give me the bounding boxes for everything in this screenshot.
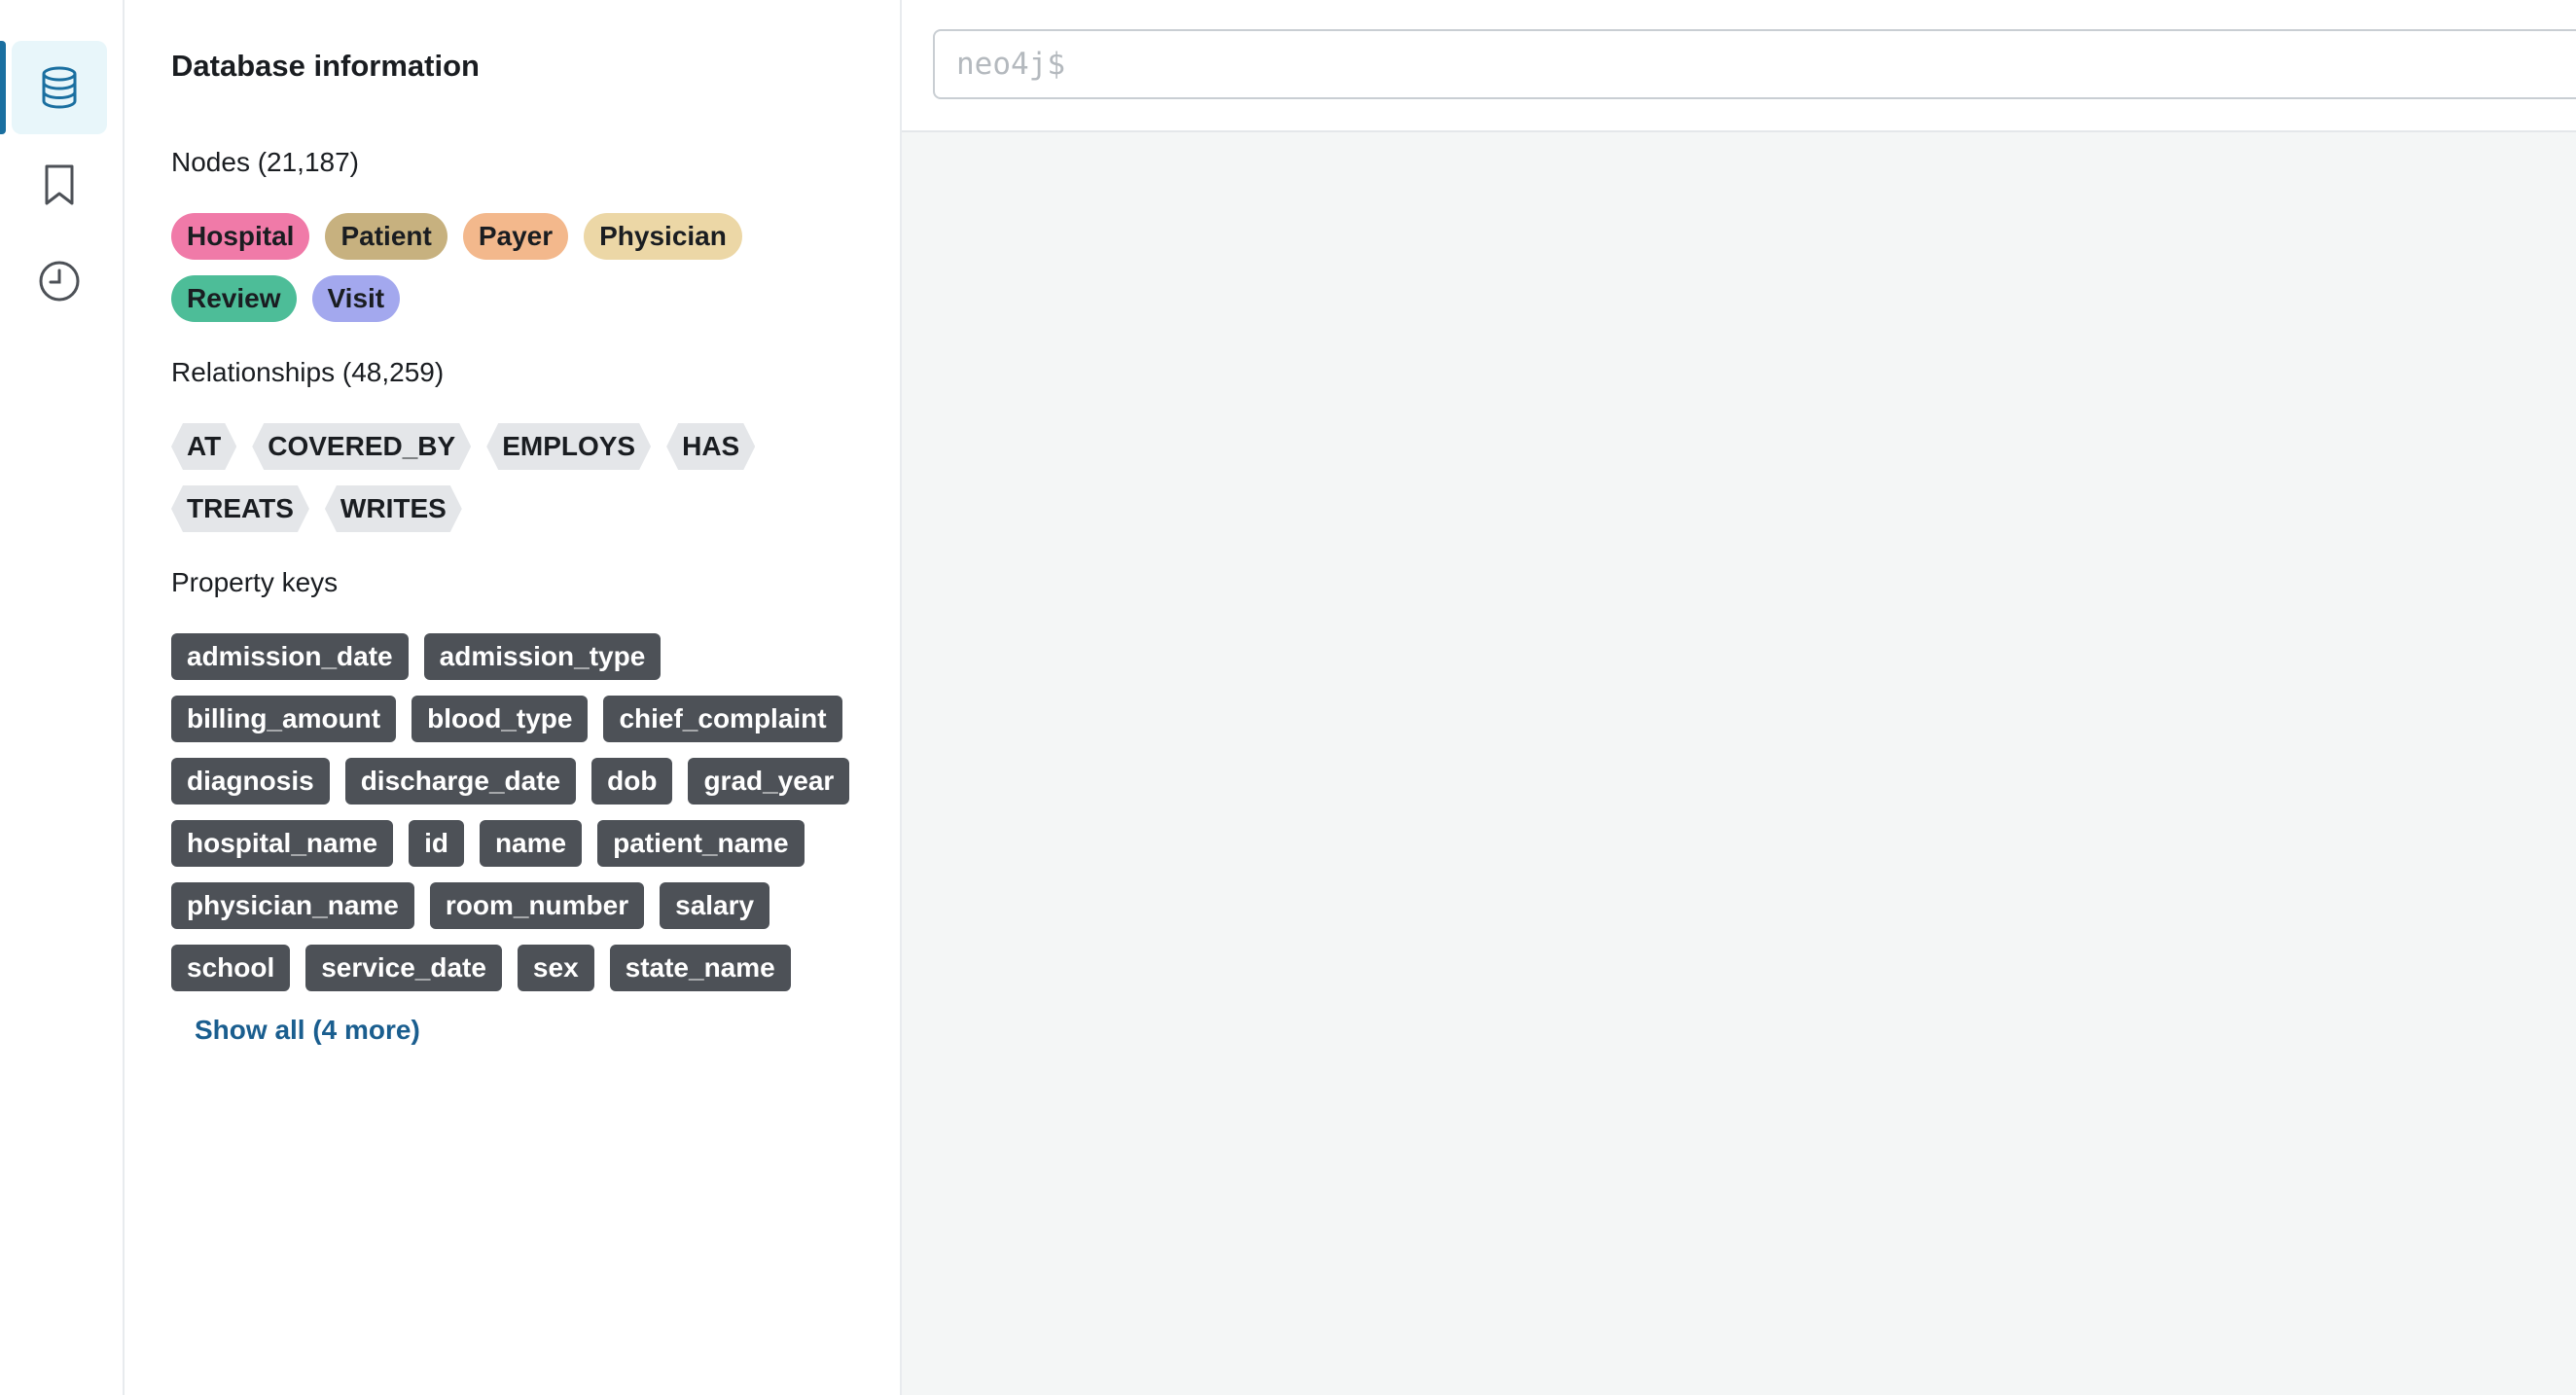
property-key[interactable]: state_name (609, 945, 791, 991)
relationship-type-employs[interactable]: EMPLOYS (486, 423, 651, 470)
relationship-types-list: AT COVERED_BY EMPLOYS HAS TREATS WRITES (171, 423, 872, 548)
property-key[interactable]: admission_date (171, 633, 409, 680)
property-key[interactable]: chief_complaint (603, 696, 842, 742)
relationship-row-1: AT COVERED_BY EMPLOYS HAS (171, 423, 872, 470)
relationship-type-has[interactable]: HAS (666, 423, 755, 470)
rail-favorites-button[interactable] (12, 138, 107, 232)
property-keys-row-2: billing_amount blood_type chief_complain… (171, 696, 872, 742)
node-label-payer[interactable]: Payer (462, 213, 569, 260)
database-info-drawer: Database information Nodes (21,187) Hosp… (125, 0, 902, 1395)
app-root: Database information Nodes (21,187) Hosp… (0, 0, 2576, 1395)
property-key[interactable]: discharge_date (344, 758, 577, 805)
editor-bar: neo4j$ (902, 0, 2576, 132)
property-keys-row-1: admission_date admission_type (171, 633, 872, 680)
rail-database-button[interactable] (12, 41, 107, 134)
relationship-type-treats[interactable]: TREATS (171, 485, 309, 532)
rail-active-indicator (0, 41, 6, 134)
node-label-review[interactable]: Review (171, 275, 297, 322)
property-key[interactable]: sex (517, 945, 594, 991)
property-key[interactable]: salary (660, 882, 770, 929)
property-key[interactable]: physician_name (171, 882, 414, 929)
node-labels-list: Hospital Patient Payer Physician Review … (171, 213, 872, 338)
nodes-section-title: Nodes (21,187) (171, 147, 360, 177)
property-key[interactable]: room_number (429, 882, 645, 929)
icon-rail (0, 0, 125, 1395)
property-key[interactable]: grad_year (688, 758, 850, 805)
property-key[interactable]: patient_name (597, 820, 805, 867)
rail-history-button[interactable] (12, 234, 107, 328)
property-keys-row-5: physician_name room_number salary (171, 882, 872, 929)
property-keys-row-6: school service_date sex state_name (171, 945, 872, 991)
relationship-type-writes[interactable]: WRITES (325, 485, 462, 532)
node-label-patient[interactable]: Patient (325, 213, 447, 260)
property-key[interactable]: hospital_name (171, 820, 394, 867)
relationship-type-at[interactable]: AT (171, 423, 236, 470)
bookmark-icon (42, 163, 77, 206)
property-keys-row-3: diagnosis discharge_date dob grad_year (171, 758, 872, 805)
property-key[interactable]: admission_type (423, 633, 662, 680)
drawer-title: Database information (171, 49, 480, 83)
property-key[interactable]: blood_type (411, 696, 589, 742)
relationship-row-2: TREATS WRITES (171, 485, 872, 532)
property-keys-section-title: Property keys (171, 567, 339, 597)
property-key[interactable]: service_date (305, 945, 502, 991)
property-keys-row-4: hospital_name id name patient_name (171, 820, 872, 867)
node-labels-row-2: Review Visit (171, 275, 872, 322)
clock-icon (38, 260, 81, 303)
property-keys-list: admission_date admission_type billing_am… (171, 633, 872, 1007)
node-label-physician[interactable]: Physician (584, 213, 742, 260)
property-key[interactable]: school (171, 945, 291, 991)
database-icon (40, 66, 79, 109)
property-key[interactable]: id (409, 820, 464, 867)
relationships-section-title: Relationships (48,259) (171, 357, 445, 387)
property-key[interactable]: diagnosis (171, 758, 330, 805)
node-labels-row-1: Hospital Patient Payer Physician (171, 213, 872, 260)
main-stream-area: neo4j$ (902, 0, 2576, 1395)
node-label-hospital[interactable]: Hospital (171, 213, 310, 260)
relationship-type-covered-by[interactable]: COVERED_BY (252, 423, 471, 470)
node-label-visit[interactable]: Visit (311, 275, 401, 322)
property-key[interactable]: name (479, 820, 583, 867)
property-key[interactable]: dob (591, 758, 673, 805)
cypher-editor-input[interactable]: neo4j$ (933, 29, 2576, 99)
property-key[interactable]: billing_amount (171, 696, 397, 742)
show-all-property-keys-link[interactable]: Show all (4 more) (195, 1015, 420, 1046)
